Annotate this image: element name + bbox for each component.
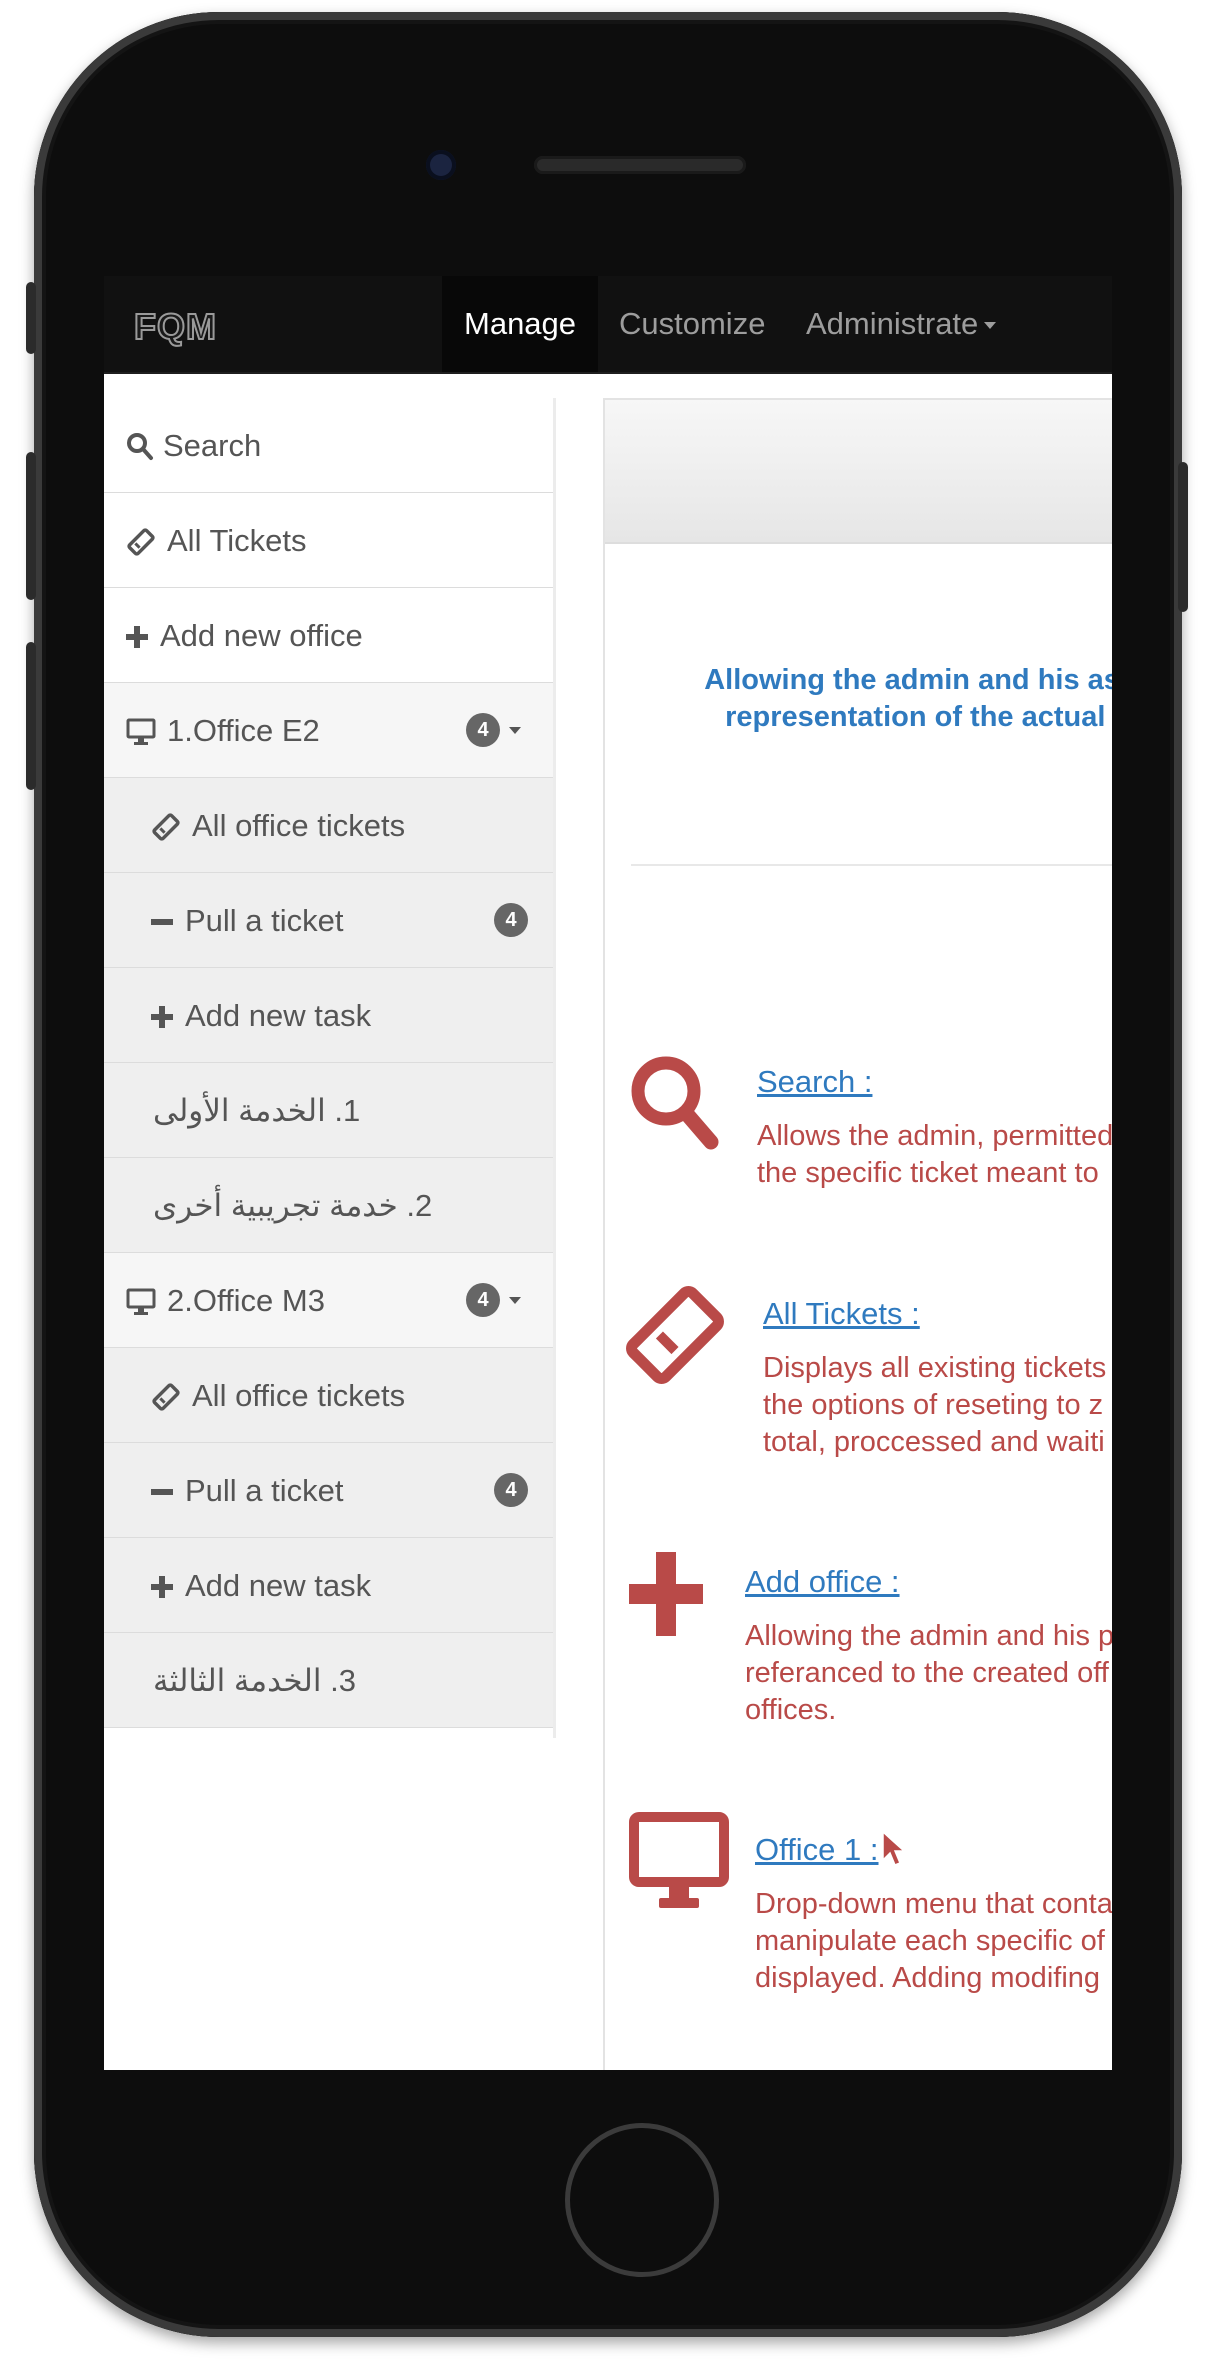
- sidebar-item-all-office-tickets[interactable]: All office tickets: [104, 1348, 553, 1443]
- feature-title-all-tickets[interactable]: All Tickets :: [763, 1296, 920, 1332]
- chevron-down-icon: [509, 1297, 521, 1304]
- phone-volume-down: [26, 642, 36, 790]
- plus-icon: [151, 1538, 173, 1633]
- feature-description: Drop-down menu that conta manipulate eac…: [755, 1886, 1112, 1997]
- office-ticket-count-badge: 4: [466, 713, 500, 747]
- office-ticket-count-badge: 4: [466, 1283, 500, 1317]
- chevron-down-icon: [509, 727, 521, 734]
- ticket-icon: [126, 493, 156, 588]
- description-line: Displays all existing tickets: [763, 1352, 1107, 1384]
- description-line: offices.: [745, 1694, 837, 1726]
- plus-icon: [629, 1552, 703, 1641]
- description-line: Drop-down menu that conta: [755, 1888, 1112, 1920]
- monitor-icon: [126, 1253, 156, 1348]
- description-line: Allows the admin, permitted: [757, 1120, 1112, 1152]
- office-label: 1.Office E2: [167, 713, 320, 748]
- nav-customize-label: Customize: [619, 306, 766, 341]
- sidebar-item-label: All office tickets: [192, 808, 406, 843]
- sidebar-item-label: Add new office: [160, 618, 363, 653]
- phone-power-button: [1178, 462, 1188, 612]
- front-camera: [426, 150, 456, 180]
- task-label: 2. خدمة تجريبية أخرى: [153, 1188, 433, 1223]
- sidebar-office-1[interactable]: 1.Office E2 4: [104, 683, 553, 778]
- description-line: total, proccessed and waiti: [763, 1426, 1105, 1458]
- nav-administrate-label: Administrate: [806, 306, 979, 341]
- feature-description: Allows the admin, permitted the specific…: [757, 1118, 1112, 1192]
- feature-title-add-office[interactable]: Add office :: [745, 1564, 900, 1600]
- monitor-icon: [126, 683, 156, 778]
- ticket-icon: [151, 778, 181, 873]
- sidebar-item-add-office[interactable]: Add new office: [104, 588, 553, 683]
- minus-icon: [151, 1443, 173, 1538]
- search-icon: [629, 1054, 719, 1159]
- home-button[interactable]: [565, 2123, 719, 2277]
- task-label: 3. الخدمة الثالثة: [153, 1663, 356, 1698]
- plus-icon: [151, 968, 173, 1063]
- sidebar-item-label: Pull a ticket: [185, 1473, 344, 1508]
- sidebar-item-task[interactable]: 2. خدمة تجريبية أخرى: [104, 1158, 553, 1253]
- monitor-icon: [629, 1812, 729, 1917]
- earpiece-speaker: [534, 156, 746, 174]
- brand-logo[interactable]: FQM: [133, 305, 217, 348]
- sidebar-item-label: Search: [163, 428, 262, 463]
- ticket-icon: [151, 1348, 181, 1443]
- description-line: manipulate each specific of: [755, 1925, 1105, 1957]
- sidebar-item-label: Add new task: [185, 998, 372, 1033]
- sidebar-item-label: Add new task: [185, 1568, 372, 1603]
- task-label: 1. الخدمة الأولى: [153, 1093, 361, 1128]
- intro-line: Allowing the admin and his assig: [704, 664, 1112, 696]
- feature-description: Allowing the admin and his p referanced …: [745, 1618, 1112, 1729]
- description-line: displayed. Adding modifing: [755, 1962, 1101, 1994]
- nav-administrate[interactable]: Administrate: [806, 276, 997, 372]
- ticket-icon: [625, 1280, 725, 1395]
- sidebar-office-2[interactable]: 2.Office M3 4: [104, 1253, 553, 1348]
- search-icon: [126, 398, 154, 493]
- top-navbar: FQM Manage Customize Administrate: [104, 276, 1112, 374]
- screen: FQM Manage Customize Administrate Search…: [104, 276, 1112, 2070]
- main-panel: Allowing the admin and his assig represe…: [603, 398, 1112, 2070]
- plus-icon: [126, 588, 148, 683]
- nav-manage[interactable]: Manage: [442, 276, 599, 372]
- sidebar-item-all-office-tickets[interactable]: All office tickets: [104, 778, 553, 873]
- pull-ticket-count-badge: 4: [494, 903, 528, 937]
- sidebar-item-search[interactable]: Search: [104, 398, 553, 493]
- sidebar: Search All Tickets Add new office 1.Offi…: [104, 398, 553, 1728]
- intro-line: representation of the actual of: [725, 701, 1112, 733]
- description-line: referanced to the created off: [745, 1657, 1109, 1689]
- cursor-icon: [881, 1830, 906, 1873]
- sidebar-item-task[interactable]: 3. الخدمة الثالثة: [104, 1633, 553, 1728]
- feature-title-search[interactable]: Search :: [757, 1064, 872, 1100]
- minus-icon: [151, 873, 173, 968]
- panel-heading: [605, 400, 1112, 544]
- sidebar-item-task[interactable]: 1. الخدمة الأولى: [104, 1063, 553, 1158]
- sidebar-item-pull-ticket[interactable]: Pull a ticket 4: [104, 873, 553, 968]
- office-label: 2.Office M3: [167, 1283, 325, 1318]
- description-line: Allowing the admin and his p: [745, 1620, 1112, 1652]
- intro-text: Allowing the admin and his assig represe…: [653, 662, 1112, 736]
- pull-ticket-count-badge: 4: [494, 1473, 528, 1507]
- divider: [631, 864, 1112, 866]
- feature-title-office-1[interactable]: Office 1 :: [755, 1832, 879, 1868]
- sidebar-item-add-task[interactable]: Add new task: [104, 968, 553, 1063]
- chevron-down-icon: [984, 322, 997, 330]
- feature-description: Displays all existing tickets the option…: [763, 1350, 1106, 1461]
- sidebar-item-add-task[interactable]: Add new task: [104, 1538, 553, 1633]
- sidebar-item-pull-ticket[interactable]: Pull a ticket 4: [104, 1443, 553, 1538]
- sidebar-item-label: All Tickets: [167, 523, 307, 558]
- sidebar-item-label: Pull a ticket: [185, 903, 344, 938]
- nav-manage-label: Manage: [464, 306, 577, 341]
- sidebar-item-all-tickets[interactable]: All Tickets: [104, 493, 553, 588]
- description-line: the options of reseting to z: [763, 1389, 1104, 1421]
- phone-mute-switch: [26, 282, 36, 354]
- nav-customize[interactable]: Customize: [619, 276, 765, 372]
- sidebar-edge: [553, 398, 556, 1738]
- description-line: the specific ticket meant to: [757, 1157, 1099, 1189]
- phone-volume-up: [26, 452, 36, 600]
- sidebar-item-label: All office tickets: [192, 1378, 406, 1413]
